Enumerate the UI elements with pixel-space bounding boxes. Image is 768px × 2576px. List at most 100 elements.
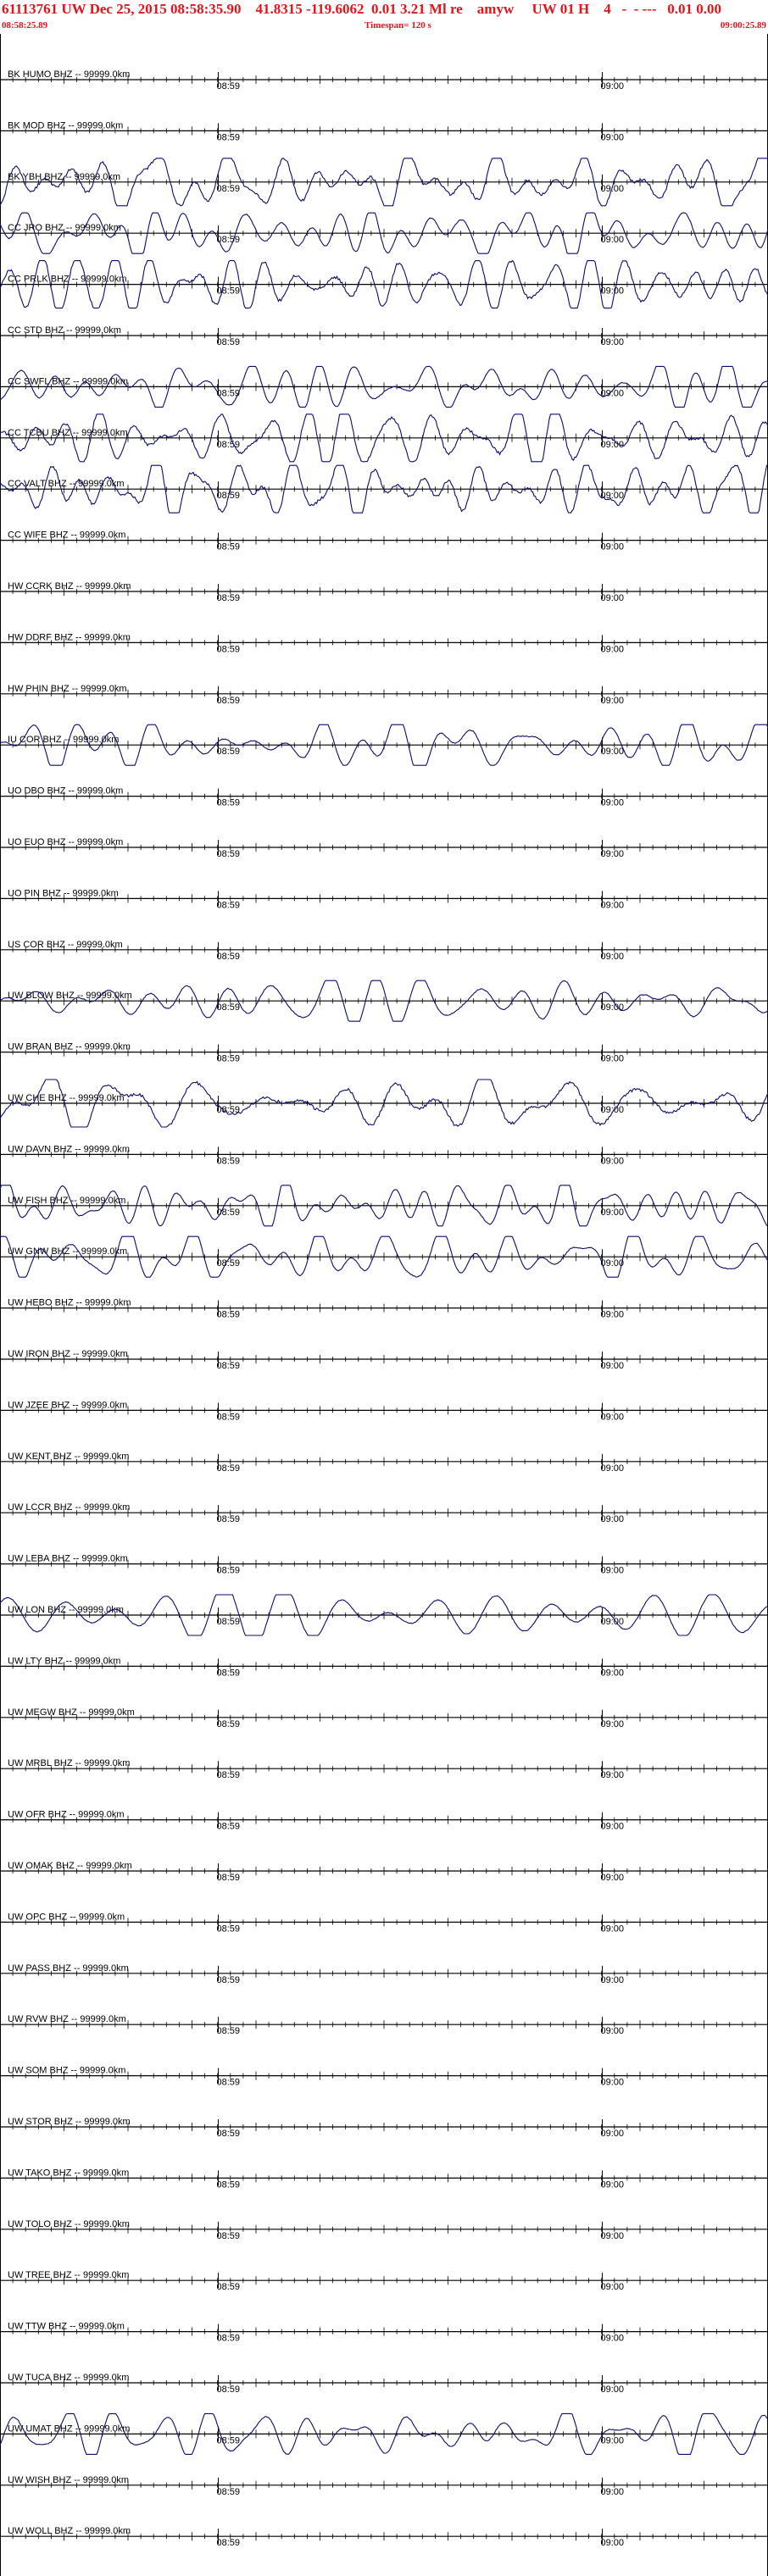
time-tick-label: 08:59 bbox=[217, 1668, 241, 1678]
time-tick-label: 09:00 bbox=[601, 1412, 625, 1422]
time-tick-label: 08:59 bbox=[217, 542, 241, 552]
time-tick-label: 08:59 bbox=[217, 2282, 241, 2292]
station-label: CC PRLK BHZ -- 99999.0km bbox=[8, 275, 127, 285]
trace-row: 08:59 09:00 UW LCCR BHZ -- 99999.0km bbox=[0, 1502, 768, 1524]
time-tick-label: 08:59 bbox=[217, 2231, 241, 2241]
trace-row: 08:59 09:00UW GNW BHZ -- 99999.0km bbox=[0, 1235, 768, 1278]
time-tick-label: 09:00 bbox=[601, 593, 625, 603]
time-tick-label: 09:00 bbox=[601, 1924, 625, 1934]
time-tick-label: 08:59 bbox=[217, 2078, 241, 2088]
station-label: UW WISH BHZ -- 99999.0km bbox=[8, 2475, 129, 2485]
time-tick-label: 09:00 bbox=[601, 81, 625, 92]
station-label: UO PIN BHZ -- 99999.0km bbox=[8, 888, 119, 898]
time-tick-label: 08:59 bbox=[217, 1719, 241, 1729]
station-label: UW JZEE BHZ -- 99999.0km bbox=[8, 1400, 127, 1410]
time-tick-label: 08:59 bbox=[217, 1566, 241, 1576]
station-label: UW OFR BHZ -- 99999.0km bbox=[8, 1810, 125, 1820]
station-label: UW MEGW BHZ -- 99999.0km bbox=[8, 1707, 135, 1718]
trace-row: 08:59 09:00 UW MRBL BHZ -- 99999.0km bbox=[0, 1758, 768, 1780]
time-tick-label: 08:59 bbox=[217, 286, 241, 297]
time-tick-label: 08:59 bbox=[217, 132, 241, 142]
time-tick-label: 09:00 bbox=[601, 849, 625, 859]
time-tick-label: 09:00 bbox=[601, 1566, 625, 1576]
trace-row: 08:59 09:00 HW CCRK BHZ -- 99999.0km bbox=[0, 581, 768, 603]
plot-header: 61113761 UW Dec 25, 2015 08:58:35.90 41.… bbox=[0, 0, 768, 34]
time-tick-label: 09:00 bbox=[601, 2538, 625, 2548]
trace-row: 08:59 09:00 UW TTW BHZ -- 99999.0km bbox=[0, 2322, 768, 2344]
time-tick-label: 08:59 bbox=[217, 696, 241, 706]
trace-row: 08:59 09:00UW FISH BHZ -- 99999.0km bbox=[0, 1185, 768, 1227]
station-label: HW DDRF BHZ -- 99999.0km bbox=[8, 632, 131, 642]
time-tick-label: 08:59 bbox=[217, 849, 241, 859]
trace-row: 08:59 09:00 UW PASS BHZ -- 99999.0km bbox=[0, 1963, 768, 1985]
trace-row: 08:59 09:00 UW TAKO BHZ -- 99999.0km bbox=[0, 2168, 768, 2190]
station-label: UW STOR BHZ -- 99999.0km bbox=[8, 2117, 131, 2127]
trace-row: 08:59 09:00 UW HEBO BHZ -- 99999.0km bbox=[0, 1298, 768, 1320]
time-tick-label: 08:59 bbox=[217, 1361, 241, 1371]
station-label: UW TREE BHZ -- 99999.0km bbox=[8, 2270, 129, 2280]
trace-row: 08:59 09:00 UW UMAT BHZ -- 99999.0km bbox=[0, 2412, 768, 2456]
trace-row: 08:59 09:00 CC STD BHZ -- 99999.0km bbox=[0, 325, 768, 347]
station-label: UW MRBL BHZ -- 99999.0km bbox=[8, 1758, 130, 1768]
time-tick-label: 09:00 bbox=[601, 2384, 625, 2395]
station-label: UW GNW BHZ -- 99999.0km bbox=[8, 1246, 127, 1257]
time-tick-label: 09:00 bbox=[601, 1719, 625, 1729]
time-tick-label: 09:00 bbox=[601, 2026, 625, 2036]
trace-row: 08:59 09:00 UW SOM BHZ -- 99999.0km bbox=[0, 2066, 768, 2088]
trace-row: 08:59 09:00 CC WIFE BHZ -- 99999.0km bbox=[0, 530, 768, 552]
time-tick-label: 09:00 bbox=[601, 132, 625, 142]
timespan-label: Timespan= 120 s bbox=[365, 20, 431, 31]
station-label: CC STD BHZ -- 99999.0km bbox=[8, 325, 121, 336]
time-tick-label: 09:00 bbox=[601, 1617, 625, 1627]
station-label: CC SWFL BHZ -- 99999.0km bbox=[8, 376, 128, 386]
station-label: CC TCBU BHZ -- 99999.0km bbox=[8, 428, 128, 438]
station-label: UW PASS BHZ -- 99999.0km bbox=[8, 1963, 129, 1974]
trace-row: 08:59 09:00 BK HUMO BHZ -- 99999.0km bbox=[0, 69, 768, 92]
time-tick-label: 09:00 bbox=[601, 440, 625, 450]
time-tick-label: 08:59 bbox=[217, 2026, 241, 2036]
trace-row: 08:59 09:00 UW LTY BHZ -- 99999.0km bbox=[0, 1656, 768, 1678]
time-tick-label: 09:00 bbox=[601, 900, 625, 910]
time-tick-label: 08:59 bbox=[217, 1208, 241, 1218]
trace-row: 08:59 09:00 UW OFR BHZ -- 99999.0km bbox=[0, 1810, 768, 1832]
time-tick-label: 09:00 bbox=[601, 2231, 625, 2241]
time-tick-label: 08:59 bbox=[217, 1822, 241, 1832]
station-label: UW TTW BHZ -- 99999.0km bbox=[8, 2322, 125, 2332]
time-tick-label: 09:00 bbox=[601, 1873, 625, 1883]
trace-row: 08:59 09:00 UW OPC BHZ -- 99999.0km bbox=[0, 1912, 768, 1934]
time-tick-label: 08:59 bbox=[217, 747, 241, 757]
station-label: UW LTY BHZ -- 99999.0km bbox=[8, 1656, 120, 1666]
time-tick-label: 08:59 bbox=[217, 1463, 241, 1474]
time-tick-label: 09:00 bbox=[601, 2129, 625, 2139]
trace-row: 08:59 09:00 UW OMAK BHZ -- 99999.0km bbox=[0, 1861, 768, 1883]
time-tick-label: 08:59 bbox=[217, 1975, 241, 1985]
time-tick-label: 08:59 bbox=[217, 2487, 241, 2497]
time-tick-label: 09:00 bbox=[601, 1208, 625, 1218]
time-tick-label: 08:59 bbox=[217, 2538, 241, 2548]
station-label: UW IRON BHZ -- 99999.0km bbox=[8, 1349, 128, 1359]
station-label: UW LCCR BHZ -- 99999.0km bbox=[8, 1502, 130, 1513]
station-label: BK HUMO BHZ -- 99999.0km bbox=[8, 69, 130, 80]
time-tick-label: 08:59 bbox=[217, 2179, 241, 2190]
station-label: UW UMAT BHZ -- 99999.0km bbox=[8, 2423, 130, 2434]
time-tick-label: 09:00 bbox=[601, 1002, 625, 1013]
time-tick-label: 09:00 bbox=[601, 2435, 625, 2446]
trace-row: 08:59 09:00 UW JZEE BHZ -- 99999.0km bbox=[0, 1400, 768, 1422]
time-tick-label: 08:59 bbox=[217, 1770, 241, 1780]
trace-row: 08:59 09:00CC JRO BHZ -- 99999.0km bbox=[0, 212, 768, 254]
time-tick-label: 09:00 bbox=[601, 235, 625, 245]
station-label: UW TUCA BHZ -- 99999.0km bbox=[8, 2373, 129, 2383]
trace-row: 08:59 09:00 UW WOLL BHZ -- 99999.0km bbox=[0, 2526, 768, 2548]
time-tick-label: 08:59 bbox=[217, 644, 241, 654]
station-label: UW TOLO BHZ -- 99999.0km bbox=[8, 2219, 130, 2229]
time-tick-label: 09:00 bbox=[601, 1156, 625, 1166]
time-tick-label: 09:00 bbox=[601, 1105, 625, 1115]
time-tick-label: 08:59 bbox=[217, 2129, 241, 2139]
trace-row: 08:59 09:00 UW WISH BHZ -- 99999.0km bbox=[0, 2475, 768, 2497]
time-tick-label: 08:59 bbox=[217, 1873, 241, 1883]
trace-row: 08:59 09:00 UW MEGW BHZ -- 99999.0km bbox=[0, 1707, 768, 1729]
time-tick-label: 08:59 bbox=[217, 1617, 241, 1627]
trace-row: 08:59 09:00 UW TUCA BHZ -- 99999.0km bbox=[0, 2373, 768, 2395]
trace-row: 08:59 09:00IU COR BHZ -- 99999.0km bbox=[0, 724, 768, 766]
trace-row: 08:59 09:00 HW DDRF BHZ -- 99999.0km bbox=[0, 632, 768, 654]
